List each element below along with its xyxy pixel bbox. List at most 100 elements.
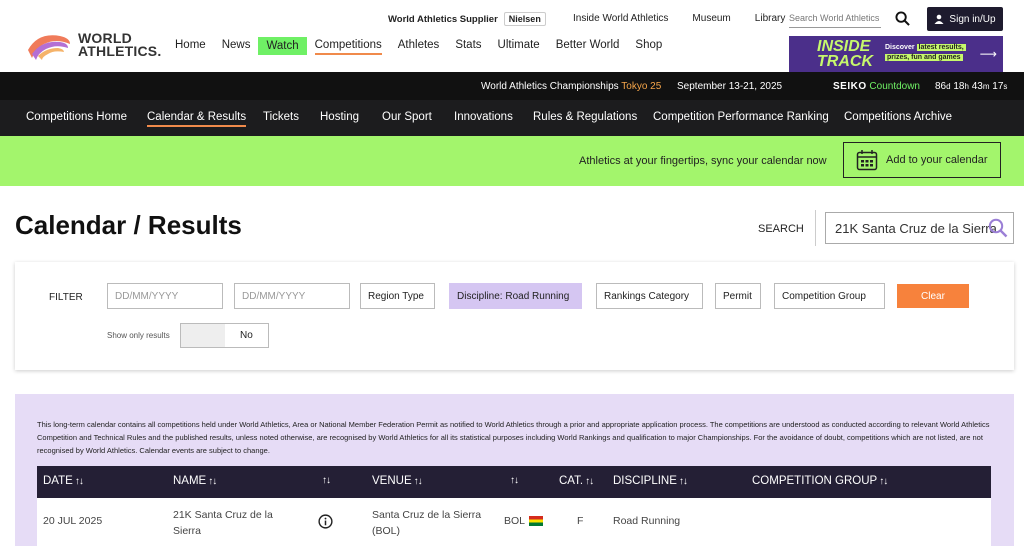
row-discipline: Road Running (613, 515, 681, 527)
link-library[interactable]: Library (755, 13, 786, 24)
compnav-our-sport[interactable]: Our Sport (382, 111, 432, 123)
sort-icon: ↑↓ (74, 476, 84, 487)
header-category[interactable]: CAT. ↑↓ (559, 475, 594, 487)
champ-event-accent: Tokyo 25 (621, 81, 662, 92)
date-to-input[interactable]: DD/MM/YYYY (234, 283, 350, 309)
supplier-label: World Athletics Supplier (388, 13, 498, 25)
info-icon[interactable] (318, 514, 333, 529)
search-icon[interactable] (988, 218, 1008, 238)
nav-news[interactable]: News (222, 37, 251, 55)
show-only-results-label: Show only results (107, 331, 170, 340)
arrow-right-icon: ⟶ (979, 47, 997, 61)
show-only-results-toggle[interactable]: No (180, 323, 269, 348)
compnav-calendar-results[interactable]: Calendar & Results (147, 111, 247, 127)
nav-athletes[interactable]: Athletes (398, 37, 440, 55)
toggle-knob (181, 324, 225, 347)
toggle-value: No (240, 330, 253, 341)
table-row[interactable]: 20 JUL 2025 21K Santa Cruz de la Sierra … (37, 498, 991, 546)
nav-stats[interactable]: Stats (455, 37, 481, 55)
main-nav: Home News Watch Competitions Athletes St… (175, 37, 678, 55)
champ-event: World Athletics Championships (481, 81, 619, 92)
sort-icon: ↑↓ (678, 476, 688, 487)
header-venue[interactable]: VENUE ↑↓ (372, 475, 423, 487)
world-athletics-logo[interactable]: WORLD ATHLETICS. (26, 30, 161, 60)
sort-icon: ↑↓ (879, 476, 888, 487)
sort-icon[interactable]: ↑↓ (322, 475, 331, 486)
banner-discover: Discover (885, 44, 915, 51)
countdown-timer: 86d 18h 43m 17s (935, 81, 1008, 92)
compnav-rules[interactable]: Rules & Regulations (533, 111, 637, 123)
filter-label: FILTER (49, 292, 83, 303)
competition-group-select[interactable]: Competition Group (774, 283, 885, 309)
banner-latest-results: latest results, (916, 44, 966, 51)
nav-competitions[interactable]: Competitions (314, 37, 382, 55)
compnav-home[interactable]: Competitions Home (26, 111, 127, 123)
top-header: WORLD ATHLETICS. World Athletics Supplie… (0, 0, 1024, 72)
championship-bar[interactable]: World Athletics Championships Tokyo 25 S… (0, 72, 1024, 100)
compnav-performance-ranking[interactable]: Competition Performance Ranking (653, 111, 829, 123)
header-name[interactable]: NAME ↑↓ (173, 475, 217, 487)
sign-in-button[interactable]: Sign in/Up (927, 7, 1003, 31)
header-discipline[interactable]: DISCIPLINE ↑↓ (613, 475, 688, 487)
banner-title-line-1: INSIDE (817, 38, 871, 55)
results-section: This long-term calendar contains all com… (15, 394, 1014, 546)
table-header: DATE ↑↓ NAME ↑↓ ↑↓ VENUE ↑↓ ↑↓ CAT. ↑↓ DISCI… (37, 466, 991, 498)
region-type-select[interactable]: Region Type (360, 283, 435, 309)
row-country: BOL (504, 515, 544, 527)
sync-message: Athletics at your fingertips, sync your … (579, 155, 827, 167)
row-category: F (577, 515, 584, 527)
logo-line-2: ATHLETICS. (78, 43, 162, 59)
calendar-icon (856, 150, 878, 171)
site-search-input[interactable]: Search World Athletics (789, 10, 881, 28)
search-icon[interactable] (895, 11, 910, 26)
row-venue: Santa Cruz de la Sierra (BOL) (372, 509, 482, 537)
nielsen-logo[interactable]: Nielsen (503, 12, 546, 26)
champ-dates: September 13-21, 2025 (677, 81, 783, 92)
countdown-label: Countdown (869, 81, 920, 92)
discipline-select[interactable]: Discipline: Road Running (449, 283, 582, 309)
rankings-category-select[interactable]: Rankings Category (596, 283, 703, 309)
logo-swoosh-icon (28, 35, 70, 60)
link-museum[interactable]: Museum (692, 13, 730, 24)
sync-calendar-banner: Athletics at your fingertips, sync your … (0, 136, 1024, 186)
banner-prizes: prizes, fun and games (885, 54, 963, 61)
add-to-calendar-button[interactable]: Add to your calendar (843, 142, 1001, 178)
banner-title-line-2: TRACK (817, 53, 873, 70)
nav-home[interactable]: Home (175, 37, 206, 55)
bolivia-flag-icon (529, 516, 544, 527)
compnav-innovations[interactable]: Innovations (454, 111, 513, 123)
utility-links: Inside World Athletics Museum Library (573, 13, 809, 24)
nav-watch[interactable]: Watch (258, 37, 307, 55)
row-name[interactable]: 21K Santa Cruz de la Sierra (173, 507, 273, 539)
nav-ultimate[interactable]: Ultimate (498, 37, 540, 55)
nav-shop[interactable]: Shop (635, 37, 662, 55)
user-icon (934, 14, 944, 24)
seiko-logo: SEIKO (833, 81, 867, 92)
permit-select[interactable]: Permit (715, 283, 761, 309)
clear-button[interactable]: Clear (897, 284, 969, 308)
sort-icon: ↑↓ (413, 476, 423, 487)
nav-better-world[interactable]: Better World (556, 37, 620, 55)
sort-icon: ↑↓ (585, 476, 594, 487)
supplier-credit: World Athletics Supplier Nielsen (388, 12, 546, 26)
compnav-hosting[interactable]: Hosting (320, 111, 359, 123)
inside-track-banner[interactable]: INSIDE TRACK Discover latest results, pr… (789, 36, 1003, 72)
link-inside-world-athletics[interactable]: Inside World Athletics (573, 13, 668, 24)
sign-in-label: Sign in/Up (949, 13, 996, 25)
search-label: SEARCH (758, 223, 804, 235)
header-competition-group[interactable]: COMPETITION GROUP ↑↓ (752, 475, 888, 487)
compnav-archive[interactable]: Competitions Archive (844, 111, 952, 123)
row-date: 20 JUL 2025 (43, 515, 103, 527)
page-title: Calendar / Results (15, 210, 242, 240)
header-date[interactable]: DATE ↑↓ (43, 475, 84, 487)
compnav-tickets[interactable]: Tickets (263, 111, 299, 123)
add-to-calendar-label: Add to your calendar (886, 154, 988, 166)
sort-icon: ↑↓ (208, 476, 217, 487)
calendar-search-input[interactable]: 21K Santa Cruz de la Sierra (825, 212, 1014, 244)
competitions-nav: Competitions Home Calendar & Results Tic… (0, 100, 1024, 136)
calendar-disclaimer: This long-term calendar contains all com… (37, 420, 990, 455)
divider (815, 210, 816, 246)
sort-icon[interactable]: ↑↓ (510, 475, 519, 486)
filter-panel: FILTER DD/MM/YYYY DD/MM/YYYY Region Type… (15, 262, 1014, 370)
date-from-input[interactable]: DD/MM/YYYY (107, 283, 223, 309)
